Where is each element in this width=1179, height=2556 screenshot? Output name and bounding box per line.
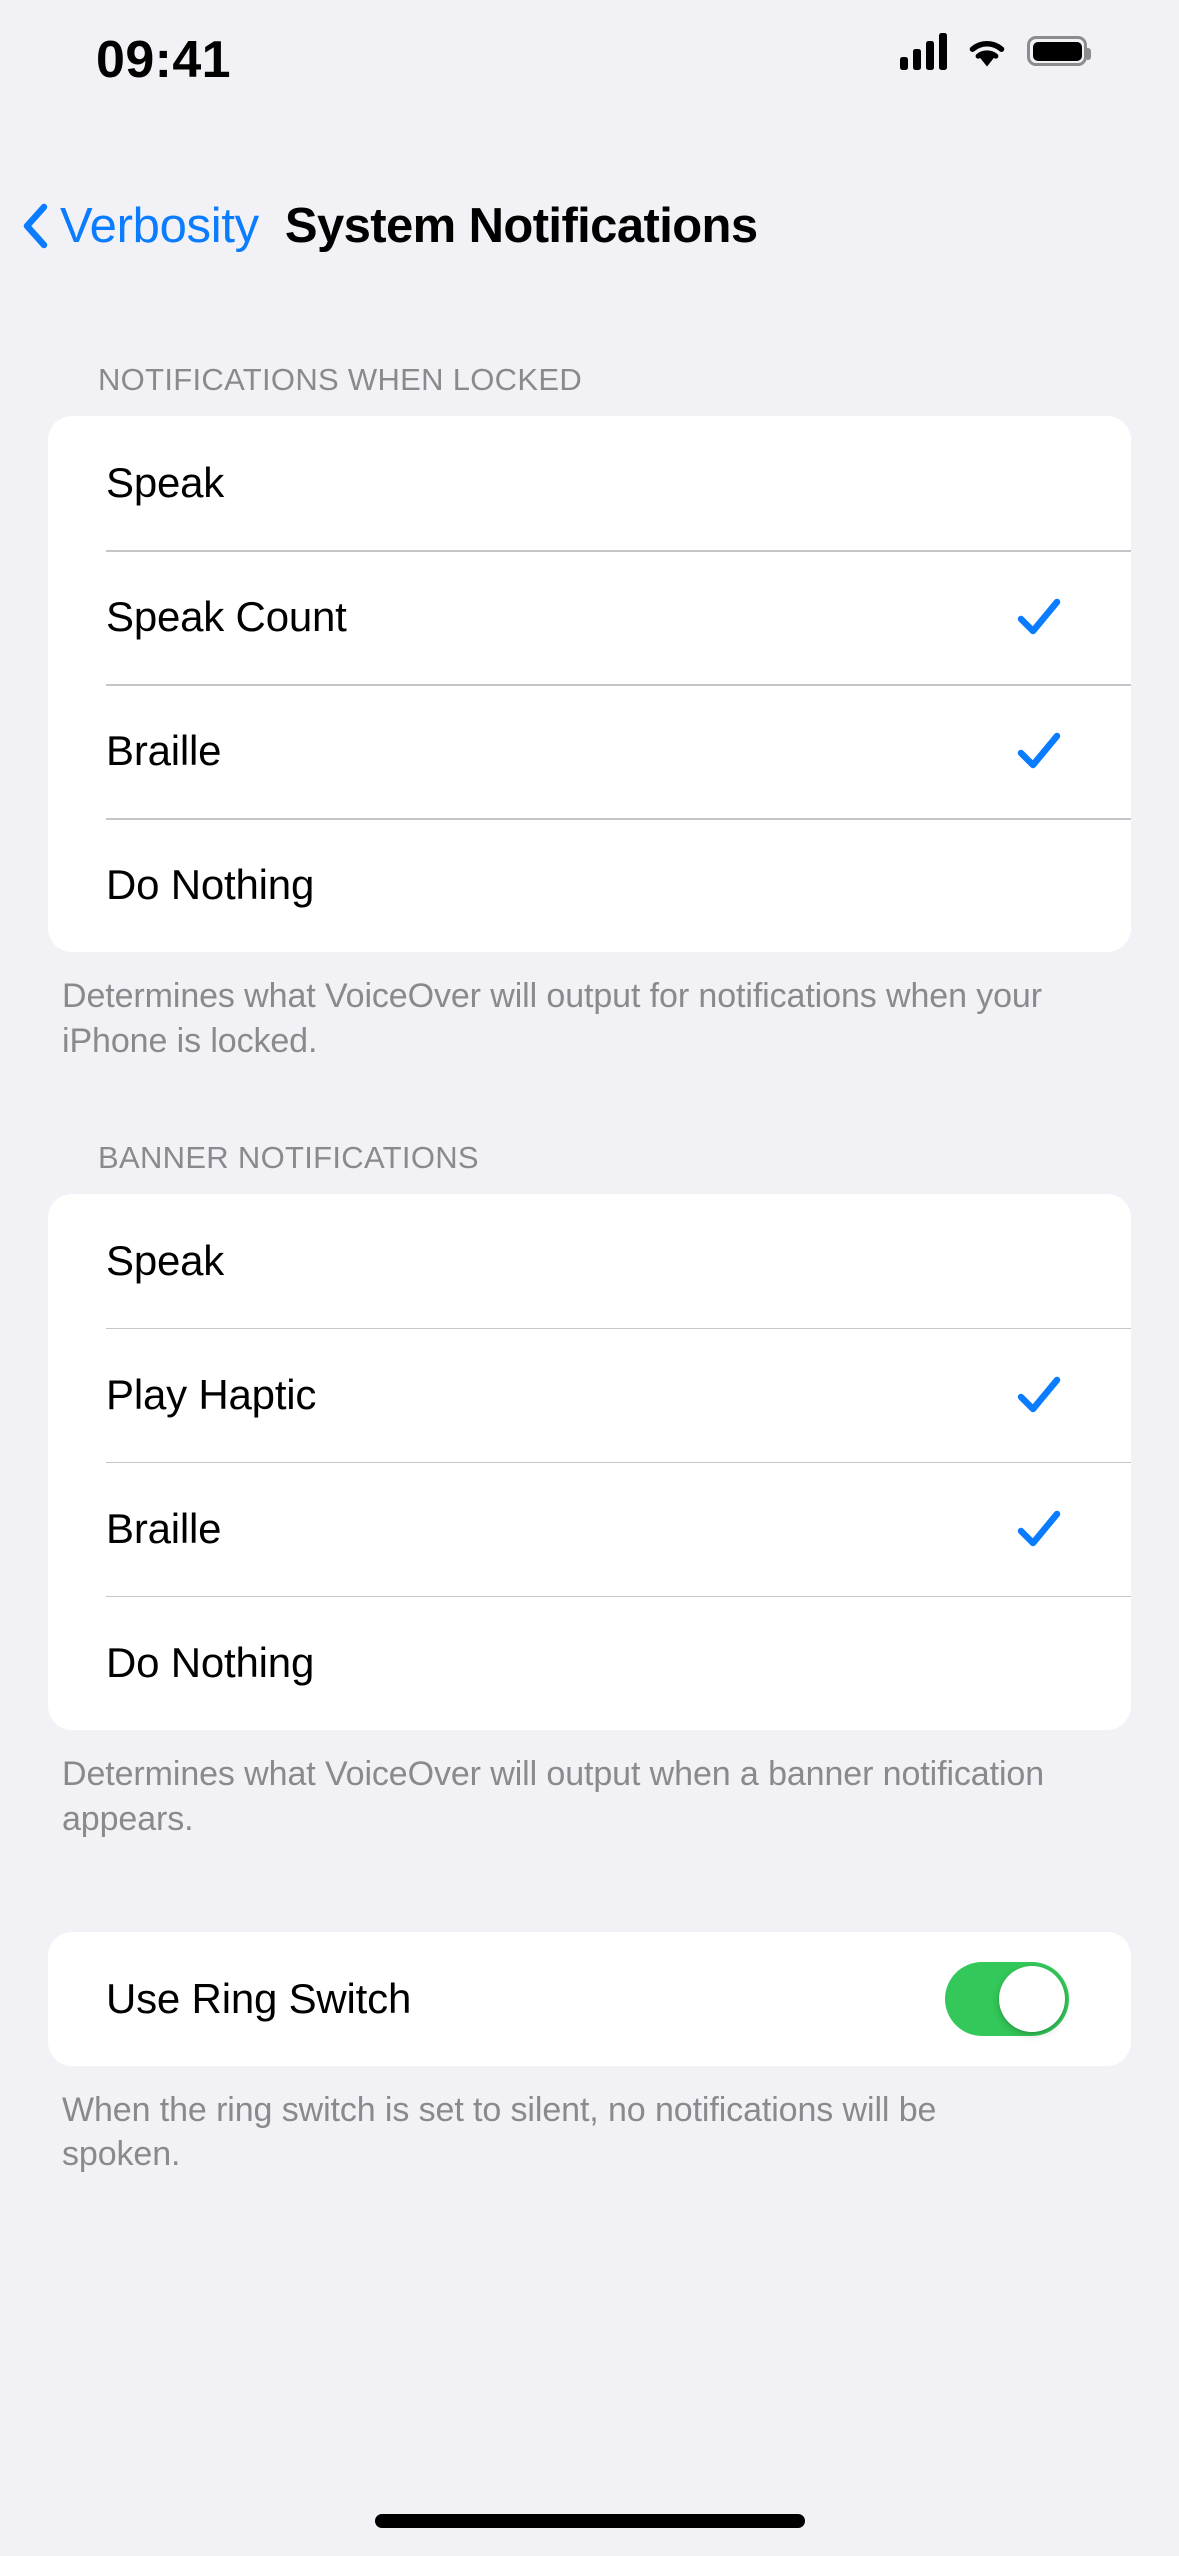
section-header-notifications-when-locked: NOTIFICATIONS WHEN LOCKED: [98, 362, 583, 397]
banner-notifications-group: Speak Play Haptic Braille Do Nothing: [48, 1193, 1131, 1730]
list-item-label: Do Nothing: [106, 1638, 315, 1686]
use-ring-switch-label: Use Ring Switch: [106, 1974, 412, 2022]
cellular-bars-icon: [900, 32, 947, 70]
list-item-label: Do Nothing: [106, 861, 315, 908]
page-title: System Notifications: [284, 198, 758, 253]
wifi-icon: [969, 41, 1005, 67]
status-bar-time: 09:41: [96, 31, 231, 89]
section-footer-use-ring-switch: When the ring switch is set to silent, n…: [62, 2090, 937, 2174]
list-item-braille-locked[interactable]: Braille: [48, 684, 1131, 818]
notifications-when-locked-group: Speak Speak Count Braille Do Nothing: [48, 416, 1131, 952]
section-footer-notifications-when-locked: Determines what VoiceOver will output fo…: [62, 977, 1042, 1060]
checkmark-icon: [1017, 732, 1061, 769]
checkmark-icon: [1017, 598, 1061, 635]
navigation-bar: Verbosity System Notifications: [0, 178, 1179, 274]
status-bar-indicators: [900, 32, 1091, 70]
list-item-label: Speak Count: [106, 593, 347, 640]
list-item-play-haptic-banner[interactable]: Play Haptic: [48, 1327, 1131, 1462]
list-item-use-ring-switch[interactable]: Use Ring Switch: [48, 1932, 1131, 2066]
use-ring-switch-toggle[interactable]: [945, 1961, 1069, 2036]
battery-full-icon: [1027, 36, 1091, 66]
list-item-label: Speak: [106, 459, 225, 506]
use-ring-switch-group: Use Ring Switch: [48, 1931, 1131, 2066]
list-item-speak-locked[interactable]: Speak: [48, 416, 1131, 550]
checkmark-icon: [1017, 1376, 1061, 1412]
checkmark-icon: [1017, 1510, 1061, 1546]
section-footer-banner-notifications: Determines what VoiceOver will output wh…: [62, 1754, 1045, 1838]
toggle-knob: [999, 1965, 1065, 2032]
list-item-do-nothing-locked[interactable]: Do Nothing: [48, 818, 1131, 952]
list-item-do-nothing-banner[interactable]: Do Nothing: [48, 1595, 1131, 1730]
list-item-braille-banner[interactable]: Braille: [48, 1461, 1131, 1596]
iphone-screen: 09:41 Verbosity System Notifications NOT…: [0, 0, 1179, 2556]
chevron-left-icon: [23, 203, 48, 249]
back-button-verbosity[interactable]: Verbosity: [20, 198, 259, 253]
settings-content: NOTIFICATIONS WHEN LOCKED Speak Speak Co…: [0, 300, 1179, 2177]
list-item-speak-count-locked[interactable]: Speak Count: [48, 550, 1131, 684]
back-button-label: Verbosity: [60, 198, 259, 253]
list-item-label: Braille: [106, 1504, 222, 1552]
status-bar: 09:41: [0, 0, 1179, 145]
list-item-label: Play Haptic: [106, 1370, 317, 1418]
section-header-banner-notifications: BANNER NOTIFICATIONS: [98, 1139, 479, 1175]
list-item-label: Speak: [106, 1236, 225, 1284]
home-indicator[interactable]: [374, 2514, 805, 2528]
list-item-speak-banner[interactable]: Speak: [48, 1194, 1131, 1328]
list-item-label: Braille: [106, 727, 222, 774]
